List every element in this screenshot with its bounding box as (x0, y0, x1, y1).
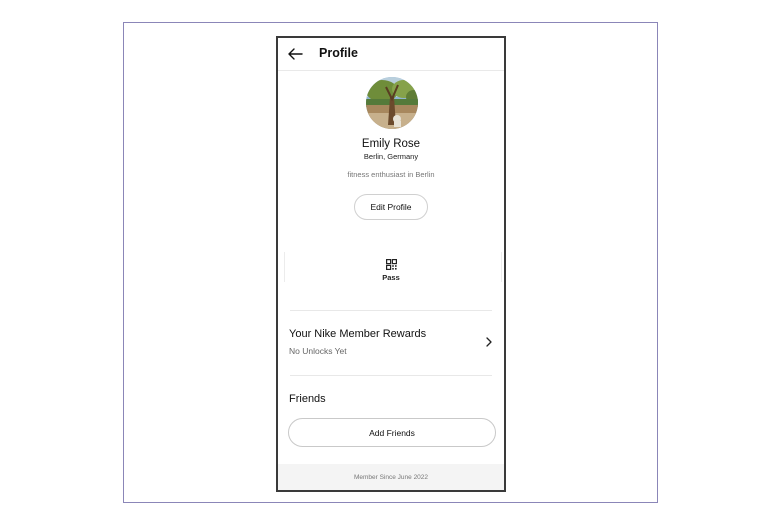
phone-screen: Profile Emily Rose Berlin, Germany fitne… (276, 36, 506, 492)
arrow-left-icon (288, 48, 303, 60)
pass-label: Pass (382, 273, 400, 282)
member-since: Member Since June 2022 (353, 474, 429, 481)
divider (290, 375, 492, 376)
member-rewards-row[interactable]: Your Nike Member Rewards No Unlocks Yet (278, 321, 504, 369)
back-button[interactable] (286, 46, 304, 62)
user-location: Berlin, Germany (363, 152, 419, 161)
profile-photo (366, 77, 418, 129)
pass-button[interactable]: Pass (366, 259, 416, 285)
rewards-subtitle: No Unlocks Yet (289, 346, 347, 356)
avatar (366, 77, 418, 129)
user-bio: fitness enthusiast in Berlin (347, 170, 435, 179)
divider (290, 310, 492, 311)
footer: Member Since June 2022 (278, 464, 504, 490)
add-friends-button[interactable]: Add Friends (288, 418, 496, 447)
qr-code-icon (385, 259, 397, 270)
page-title: Profile (319, 46, 358, 60)
chevron-right-icon (486, 337, 492, 347)
top-bar: Profile (278, 38, 504, 71)
friends-heading: Friends (289, 393, 326, 405)
user-name: Emily Rose (361, 138, 421, 150)
edit-profile-button[interactable]: Edit Profile (354, 194, 428, 220)
rewards-title: Your Nike Member Rewards (289, 328, 427, 340)
